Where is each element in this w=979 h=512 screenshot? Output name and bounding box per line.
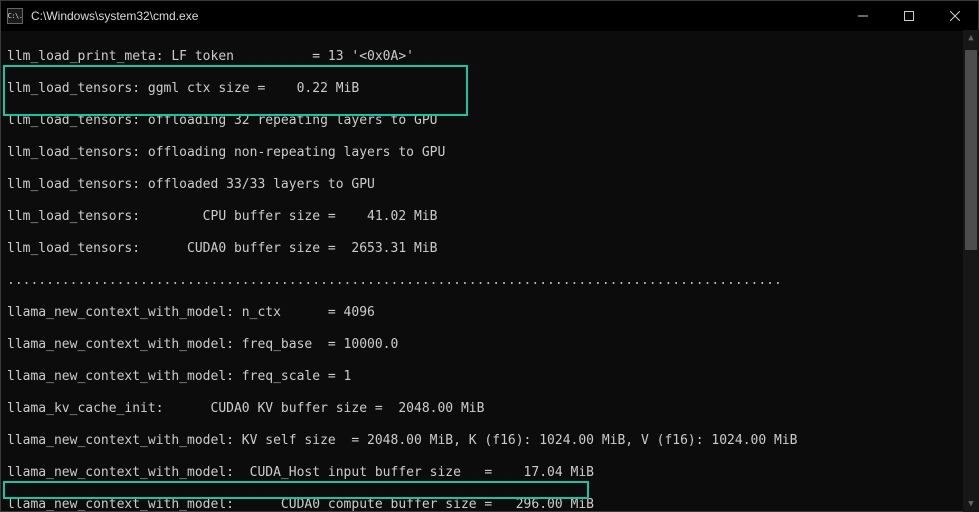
log-line: llm_load_tensors: offloading non-repeati… bbox=[7, 145, 974, 161]
log-line: llama_kv_cache_init: CUDA0 KV buffer siz… bbox=[7, 401, 974, 417]
log-line: llm_load_tensors: offloading 32 repeatin… bbox=[7, 113, 974, 129]
log-line: llama_new_context_with_model: KV self si… bbox=[7, 433, 974, 449]
maximize-button[interactable] bbox=[886, 1, 932, 31]
vertical-scrollbar[interactable]: ▲ ▼ bbox=[963, 30, 979, 512]
log-line: llm_load_tensors: CPU buffer size = 41.0… bbox=[7, 209, 974, 225]
console-output[interactable]: llm_load_print_meta: LF token = 13 '<0x0… bbox=[1, 31, 978, 511]
close-icon bbox=[950, 11, 960, 21]
log-line: llm_load_print_meta: LF token = 13 '<0x0… bbox=[7, 49, 974, 65]
minimize-button[interactable] bbox=[840, 1, 886, 31]
log-line: llama_new_context_with_model: CUDA_Host … bbox=[7, 465, 974, 481]
cmd-window: C:\. C:\Windows\system32\cmd.exe llm_loa… bbox=[0, 0, 979, 512]
scroll-thumb[interactable] bbox=[965, 50, 977, 250]
log-line: llama_new_context_with_model: freq_base … bbox=[7, 337, 974, 353]
close-button[interactable] bbox=[932, 1, 978, 31]
minimize-icon bbox=[858, 11, 868, 21]
window-title: C:\Windows\system32\cmd.exe bbox=[29, 9, 198, 23]
scroll-down-arrow-icon[interactable]: ▼ bbox=[963, 496, 979, 512]
log-line: llm_load_tensors: CUDA0 buffer size = 26… bbox=[7, 241, 974, 257]
scroll-up-arrow-icon[interactable]: ▲ bbox=[963, 30, 979, 46]
log-line: llama_new_context_with_model: freq_scale… bbox=[7, 369, 974, 385]
log-line: llm_load_tensors: offloaded 33/33 layers… bbox=[7, 177, 974, 193]
log-line: llama_new_context_with_model: CUDA0 comp… bbox=[7, 497, 974, 511]
cmd-icon: C:\. bbox=[1, 1, 29, 31]
log-line: llama_new_context_with_model: n_ctx = 40… bbox=[7, 305, 974, 321]
maximize-icon bbox=[904, 11, 914, 21]
titlebar[interactable]: C:\. C:\Windows\system32\cmd.exe bbox=[1, 1, 978, 31]
log-line: llm_load_tensors: ggml ctx size = 0.22 M… bbox=[7, 81, 974, 97]
log-line-dots: ........................................… bbox=[7, 273, 974, 289]
